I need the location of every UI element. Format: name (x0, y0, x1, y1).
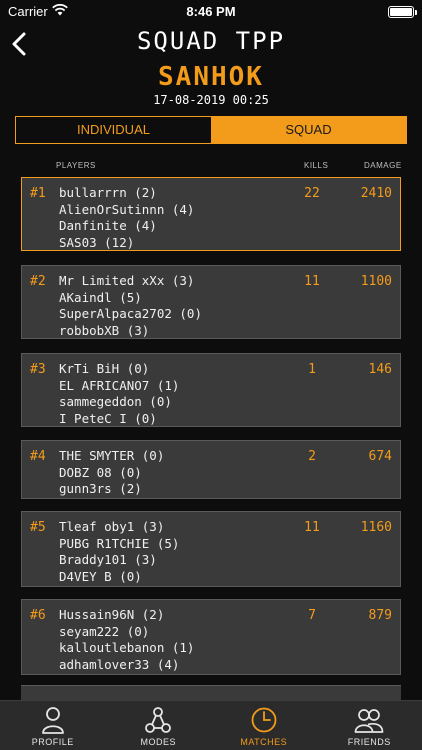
player-name: I PeteC I (0) (59, 410, 157, 426)
team-card-1[interactable]: #1 bullarrrn (2) AlienOrSutinnn (4) Danf… (21, 177, 401, 251)
player-name: Mr Limited xXx (3) (59, 273, 195, 288)
battery-icon (388, 6, 417, 18)
player-name: EL AFRICANO7 (1) (59, 377, 180, 393)
team-rank: #4 (30, 449, 46, 464)
column-header-damage: DAMAGE (364, 161, 402, 170)
team-rank: #2 (30, 274, 46, 289)
player-name: SuperAlpaca2702 (0) (59, 306, 202, 321)
segment-individual[interactable]: INDIVIDUAL (16, 117, 211, 143)
tab-modes[interactable]: MODES (106, 701, 212, 750)
team-rank: #1 (30, 186, 46, 201)
map-name: SANHOK (158, 62, 264, 92)
player-name: Danfinite (4) (59, 218, 157, 233)
player-name: robbobXB (3) (59, 322, 150, 338)
tab-label: MODES (140, 737, 176, 747)
team-card-2[interactable]: #2 Mr Limited xXx (3) AKaindl (5) SuperA… (21, 265, 401, 339)
team-players: Mr Limited xXx (3) AKaindl (5) SuperAlpa… (59, 273, 202, 339)
team-kills: 7 (308, 608, 316, 623)
team-players: Tleaf oby1 (3) PUBG R1TCHIE (5) Braddy10… (59, 519, 179, 585)
status-bar: Carrier 8:46 PM (0, 0, 422, 24)
player-name: bullarrrn (2) (59, 185, 157, 200)
player-name: sammegeddon (0) (59, 394, 172, 409)
player-name: adhamlover33 (4) (59, 656, 180, 672)
player-name: PUBG R1TCHIE (5) (59, 535, 180, 551)
team-players: THE SMYTER (0) DOBZ 08 (0) gunn3rs (2) (59, 448, 164, 498)
page-title: SQUAD TPP (136, 27, 286, 55)
column-header-players: PLAYERS (56, 161, 96, 170)
player-name: KrTi BiH (0) (59, 361, 150, 376)
player-name: DOBZ 08 (0) (59, 464, 142, 480)
player-name: seyam222 (0) (59, 623, 150, 639)
team-damage: 1160 (360, 520, 392, 535)
team-kills: 11 (304, 520, 320, 535)
player-name: AKaindl (5) (59, 289, 142, 305)
team-card-6[interactable]: #6 Hussain96N (2) seyam222 (0) kalloutle… (21, 599, 401, 675)
team-kills: 22 (304, 186, 320, 201)
player-name: gunn3rs (2) (59, 481, 142, 496)
match-date: 17-08-2019 00:25 (153, 93, 269, 107)
team-rank: #3 (30, 362, 46, 377)
friends-icon (354, 709, 384, 733)
team-damage: 146 (368, 362, 392, 377)
tab-label: MATCHES (240, 737, 288, 747)
team-rank: #6 (30, 608, 46, 623)
player-name: AlienOrSutinnn (4) (59, 201, 195, 217)
team-card-3[interactable]: #3 KrTi BiH (0) EL AFRICANO7 (1) sammege… (21, 353, 401, 427)
person-icon (41, 707, 64, 734)
team-players: bullarrrn (2) AlienOrSutinnn (4) Danfini… (59, 185, 194, 251)
player-name: D4VEY B (0) (59, 568, 142, 584)
tab-bar: PROFILE MODES MATCHES FRIENDS (0, 700, 422, 750)
mode-segmented-control: INDIVIDUAL SQUAD (15, 116, 407, 144)
player-name: Braddy101 (3) (59, 552, 157, 567)
modes-icon (145, 707, 172, 733)
team-damage: 674 (368, 449, 392, 464)
tab-profile[interactable]: PROFILE (0, 701, 106, 750)
clock-icon (251, 707, 277, 733)
team-damage: 1100 (360, 274, 392, 289)
player-name: kalloutlebanon (1) (59, 640, 195, 655)
team-kills: 2 (308, 449, 316, 464)
team-damage: 2410 (360, 186, 392, 201)
team-players: Hussain96N (2) seyam222 (0) kalloutleban… (59, 607, 194, 673)
column-header-kills: KILLS (304, 161, 329, 170)
tab-label: FRIENDS (347, 737, 391, 747)
team-kills: 11 (304, 274, 320, 289)
team-kills: 1 (308, 362, 316, 377)
tab-matches[interactable]: MATCHES (211, 701, 317, 750)
team-players: KrTi BiH (0) EL AFRICANO7 (1) sammegeddo… (59, 361, 179, 427)
status-time: 8:46 PM (186, 4, 236, 19)
tab-label: PROFILE (31, 737, 74, 747)
player-name: Tleaf oby1 (3) (59, 519, 165, 534)
team-card-5[interactable]: #5 Tleaf oby1 (3) PUBG R1TCHIE (5) Bradd… (21, 511, 401, 587)
tab-friends[interactable]: FRIENDS (317, 701, 422, 750)
team-card-4[interactable]: #4 THE SMYTER (0) DOBZ 08 (0) gunn3rs (2… (21, 440, 401, 499)
player-name: Hussain96N (2) (59, 607, 165, 622)
player-name: THE SMYTER (0) (59, 448, 165, 463)
player-name: SAS03 (12) (59, 234, 135, 250)
team-rank: #5 (30, 520, 46, 535)
team-damage: 879 (368, 608, 392, 623)
segment-squad[interactable]: SQUAD (211, 117, 406, 143)
